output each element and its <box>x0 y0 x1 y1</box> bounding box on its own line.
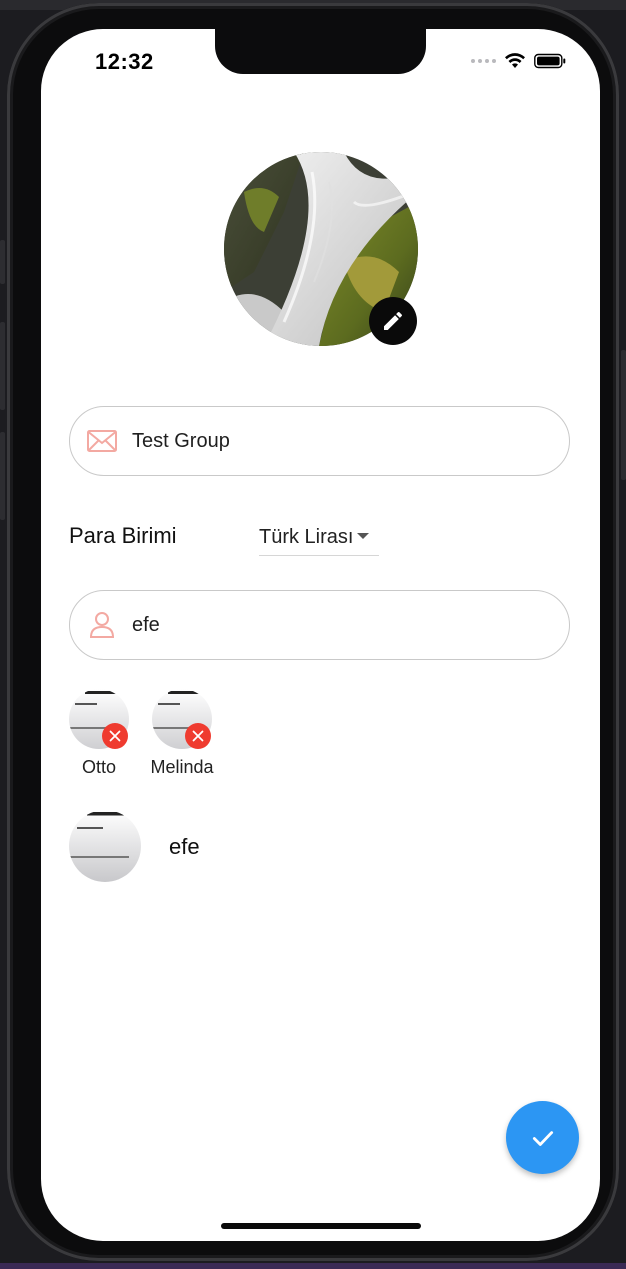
currency-label: Para Birimi <box>69 523 177 548</box>
volume-up-button <box>0 322 5 410</box>
result-name: efe <box>169 834 200 859</box>
signal-dots-icon <box>471 59 496 63</box>
app-screen: 12:32 Test Group Para Birimi Türk Lirası… <box>41 29 600 1241</box>
wifi-icon <box>505 53 525 68</box>
currency-dropdown[interactable]: Türk Lirası <box>259 519 379 556</box>
status-time: 12:32 <box>95 49 154 74</box>
power-button <box>621 350 626 480</box>
currency-selected-value: Türk Lirası <box>259 525 354 548</box>
status-icons <box>471 53 566 69</box>
group-name-value: Test Group <box>132 429 230 452</box>
mute-switch <box>0 240 5 284</box>
search-result-row[interactable]: efe <box>69 810 549 882</box>
close-icon <box>109 730 121 742</box>
group-avatar[interactable] <box>224 152 418 346</box>
edit-avatar-button[interactable] <box>369 297 417 345</box>
home-indicator[interactable] <box>221 1223 421 1229</box>
result-avatar <box>69 810 141 882</box>
check-icon <box>532 1130 553 1146</box>
device-stage: 12:32 Test Group Para Birimi Türk Lirası… <box>0 0 626 1269</box>
member-search-value: efe <box>132 613 160 636</box>
member-name: Melinda <box>150 757 214 777</box>
mail-icon <box>87 430 117 452</box>
confirm-button[interactable] <box>506 1101 579 1174</box>
caret-down-icon <box>357 533 369 539</box>
notch <box>215 29 426 74</box>
remove-member-button[interactable] <box>102 723 128 749</box>
volume-down-button <box>0 432 5 520</box>
close-icon <box>192 730 204 742</box>
member-search-field[interactable]: efe <box>69 590 570 660</box>
person-icon <box>89 612 115 638</box>
pencil-icon <box>384 311 403 330</box>
group-name-field[interactable]: Test Group <box>69 406 570 476</box>
desktop-bottom-strip <box>0 1263 626 1269</box>
phone-frame: 12:32 Test Group Para Birimi Türk Lirası… <box>7 3 619 1261</box>
remove-member-button[interactable] <box>185 723 211 749</box>
battery-icon <box>534 53 566 69</box>
